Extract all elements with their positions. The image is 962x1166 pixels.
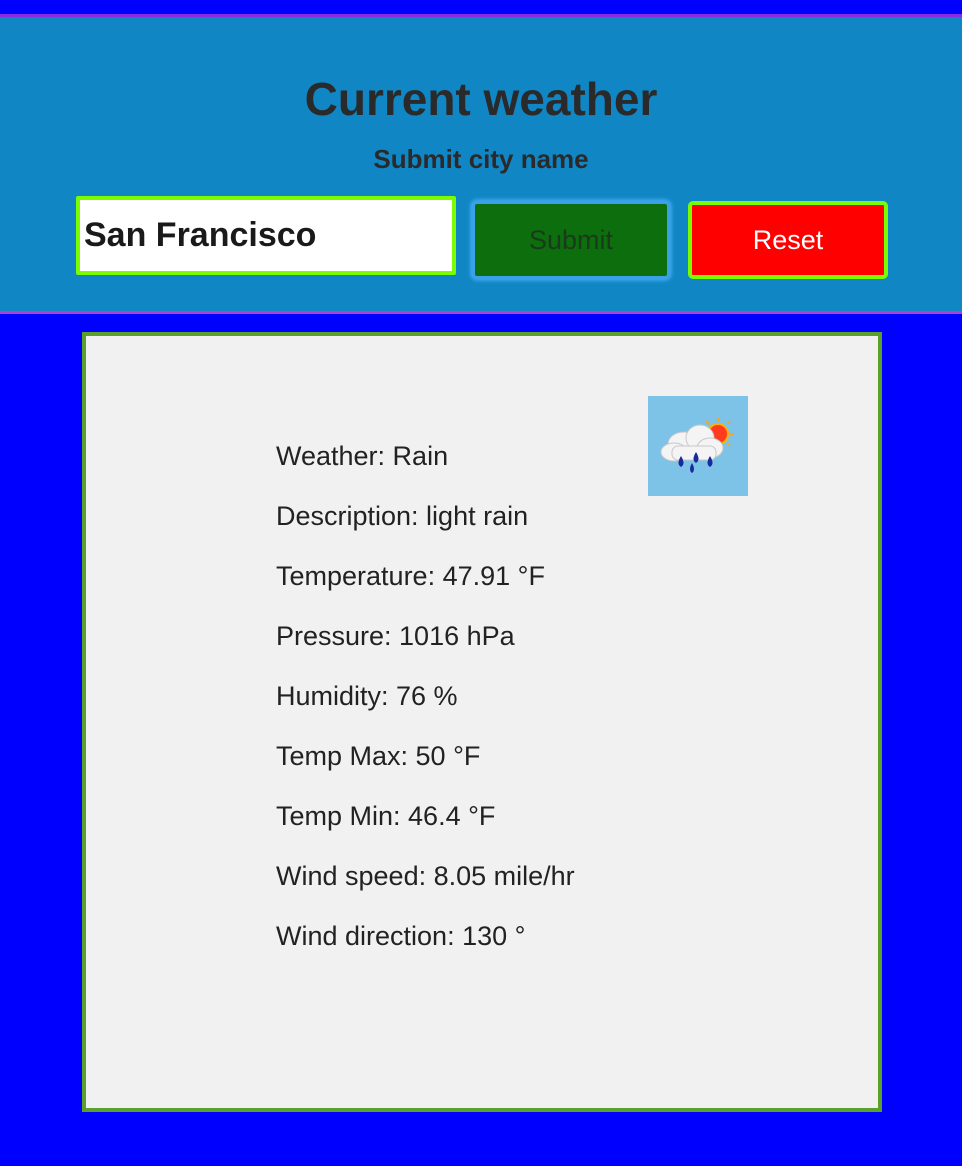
- weather-detail-temp-max: Temp Max: 50 °F: [276, 741, 481, 771]
- subtitle: Submit city name: [373, 144, 589, 174]
- weather-details: Weather: Rain Description: light rain Te…: [276, 441, 575, 981]
- weather-detail-pressure: Pressure: 1016 hPa: [276, 621, 515, 651]
- weather-detail-humidity: Humidity: 76 %: [276, 681, 458, 711]
- weather-detail-wind-speed: Wind speed: 8.05 mile/hr: [276, 861, 575, 891]
- weather-detail-description: Description: light rain: [276, 501, 529, 531]
- weather-card: Weather: Rain Description: light rain Te…: [82, 332, 882, 1112]
- reset-button[interactable]: Reset: [688, 201, 888, 279]
- page: Current weather Submit city name Submit …: [0, 0, 962, 1166]
- header: Current weather Submit city name Submit …: [0, 14, 962, 314]
- weather-detail-wind-direction: Wind direction: 130 °: [276, 921, 526, 951]
- submit-button[interactable]: Submit: [472, 201, 670, 279]
- weather-detail-weather: Weather: Rain: [276, 441, 449, 471]
- weather-detail-temperature: Temperature: 47.91 °F: [276, 561, 545, 591]
- city-input[interactable]: [76, 196, 456, 275]
- rain-cloud-sun-icon: [648, 396, 748, 496]
- weather-detail-temp-min: Temp Min: 46.4 °F: [276, 801, 496, 831]
- page-title: Current weather: [304, 73, 658, 125]
